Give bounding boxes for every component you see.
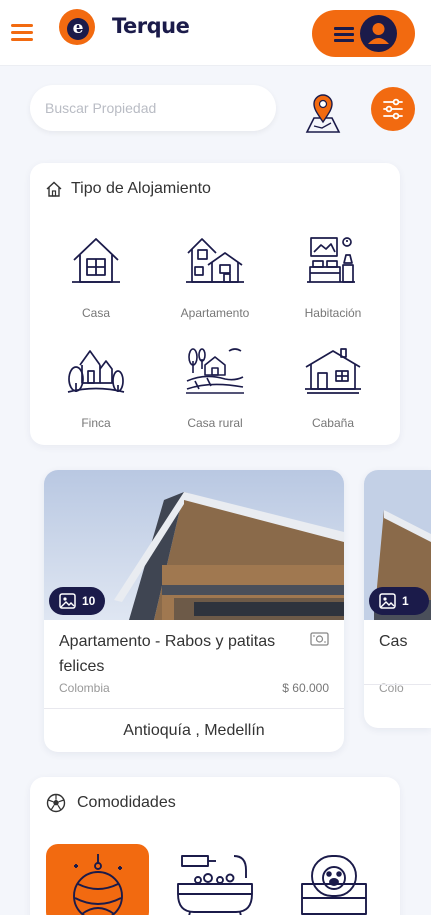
soccer-ball-icon [46,793,66,813]
type-label: Cabaña [311,416,355,430]
farm-icon [67,350,125,393]
home-outline-icon [46,181,62,197]
property-location: Antioquía , Medellín [123,722,265,739]
section-title: Tipo de Alojamiento [71,180,211,197]
user-icon [360,15,397,52]
photo-count-badge[interactable]: 1 [369,587,429,615]
accommodation-type-card: Tipo de Alojamiento Casa Apartamento Hab… [30,163,400,445]
search-input[interactable] [30,85,276,131]
menu-lines-icon [334,27,354,45]
cabin-icon [305,348,361,394]
brand-name[interactable]: Terque [112,14,190,38]
gallery-icon [59,593,76,609]
type-label: Casa rural [187,416,243,430]
divider [364,684,431,685]
pet-toy-icon [73,854,123,915]
photo-count: 10 [82,594,96,608]
type-label: Habitación [304,306,362,320]
photo-count-badge[interactable]: 10 [49,587,105,615]
hamburger-icon[interactable] [11,24,33,42]
type-habitacion[interactable]: Habitación [274,235,392,335]
money-icon [310,632,329,646]
room-icon [307,237,355,283]
logo-letter: e [67,18,89,40]
rural-house-icon [186,348,244,394]
filter-button[interactable] [371,87,415,131]
house-icon [72,238,120,283]
logo-icon[interactable]: e [59,9,95,45]
type-finca[interactable]: Finca [37,345,155,445]
section-title: Comodidades [77,794,176,811]
type-label: Finca [81,416,111,430]
apartment-icon [186,238,244,283]
amenity-pet-bed[interactable] [282,844,385,915]
photo-count: 1 [402,594,409,608]
divider [44,708,344,709]
property-card[interactable]: 1 Cas Colo [364,470,431,728]
type-label: Casa [81,306,110,320]
map-pin-icon[interactable] [305,92,341,134]
pet-bed-icon [301,855,367,915]
profile-menu-button[interactable] [312,10,415,57]
sliders-icon [383,98,403,120]
pet-bath-icon [177,855,253,915]
property-title: Cas [379,633,408,650]
top-bar: e Terque [0,0,431,66]
amenity-pet-bath[interactable] [164,844,267,915]
gallery-icon [379,593,396,609]
property-title: Apartamento - Rabos y patitas felices [59,633,276,675]
property-country: Colombia [59,681,110,695]
type-cabana[interactable]: Cabaña [274,345,392,445]
amenities-card: Comodidades [30,777,400,915]
property-card[interactable]: 10 Apartamento - Rabos y patitas felices… [44,470,344,752]
type-casa-rural[interactable]: Casa rural [156,345,274,445]
type-apartamento[interactable]: Apartamento [156,235,274,335]
type-casa[interactable]: Casa [37,235,155,335]
amenity-pet-toy[interactable] [46,844,149,915]
property-price: $ 60.000 [282,681,329,695]
search-box [30,85,276,131]
type-label: Apartamento [180,306,250,320]
